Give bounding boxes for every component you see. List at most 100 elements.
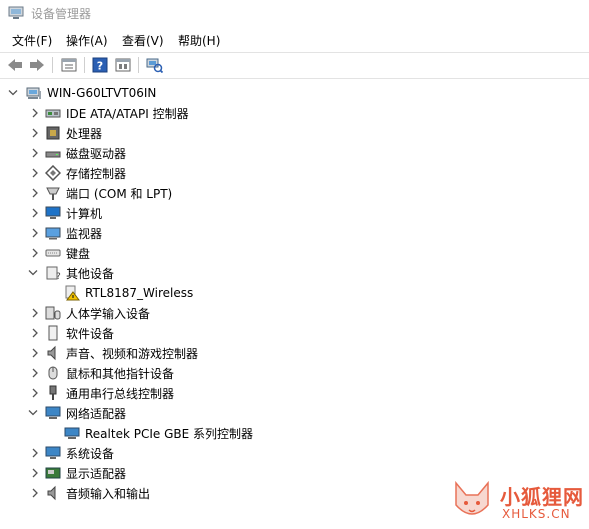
scan-hardware-icon[interactable] bbox=[145, 56, 163, 74]
fox-logo-icon bbox=[450, 477, 494, 528]
mouse-icon bbox=[45, 365, 61, 381]
tree-item[interactable]: 鼠标和其他指针设备 bbox=[0, 363, 560, 383]
tree-item[interactable]: 处理器 bbox=[0, 123, 560, 143]
view-icon[interactable] bbox=[114, 56, 132, 74]
title-bar: 设备管理器 bbox=[0, 0, 589, 28]
expand-chevron-icon[interactable] bbox=[30, 247, 40, 259]
svg-text:?: ? bbox=[56, 272, 61, 281]
watermark-en-text: XHLKS.CN bbox=[502, 507, 571, 521]
menu-bar: 文件(F) 操作(A) 查看(V) 帮助(H) bbox=[0, 29, 589, 51]
tree-item-label: 鼠标和其他指针设备 bbox=[66, 366, 175, 381]
hid-icon bbox=[45, 305, 61, 321]
help-icon[interactable]: ? bbox=[91, 56, 109, 74]
port-icon bbox=[45, 185, 61, 201]
forward-arrow-icon[interactable] bbox=[28, 56, 46, 74]
tree-item-label: 处理器 bbox=[66, 126, 103, 141]
tree-child-item[interactable]: RTL8187_Wireless bbox=[0, 283, 560, 303]
properties-icon[interactable] bbox=[60, 56, 78, 74]
expand-chevron-icon[interactable] bbox=[30, 207, 40, 219]
tree-item[interactable]: 软件设备 bbox=[0, 323, 560, 343]
tree-item-label: 网络适配器 bbox=[66, 406, 127, 421]
expand-chevron-icon[interactable] bbox=[30, 307, 40, 319]
expand-chevron-icon[interactable] bbox=[30, 107, 40, 119]
tree-child-item[interactable]: Realtek PCIe GBE 系列控制器 bbox=[0, 423, 560, 443]
watermark: 小狐狸网 XHLKS.CN bbox=[446, 477, 586, 527]
toolbar-separator bbox=[52, 57, 53, 73]
tree-child-label: RTL8187_Wireless bbox=[85, 286, 194, 300]
svg-text:?: ? bbox=[97, 60, 103, 73]
tree-item-label: 通用串行总线控制器 bbox=[66, 386, 175, 401]
tree-item-label: IDE ATA/ATAPI 控制器 bbox=[66, 106, 189, 121]
storage-controller-icon bbox=[45, 165, 61, 181]
expand-chevron-icon[interactable] bbox=[30, 187, 40, 199]
expand-chevron-icon[interactable] bbox=[30, 367, 40, 379]
collapse-chevron-icon[interactable] bbox=[8, 87, 18, 99]
collapse-chevron-icon[interactable] bbox=[28, 267, 38, 279]
tree-item[interactable]: ? 其他设备 bbox=[0, 263, 560, 283]
watermark-cn-text: 小狐狸网 bbox=[500, 485, 584, 509]
tree-item-label: 声音、视频和游戏控制器 bbox=[66, 346, 199, 361]
processor-icon bbox=[45, 125, 61, 141]
tree-child-label: Realtek PCIe GBE 系列控制器 bbox=[85, 426, 254, 441]
display-monitor-icon bbox=[45, 225, 61, 241]
tree-item-label: 存储控制器 bbox=[66, 166, 127, 181]
tree-item-label: 人体学输入设备 bbox=[66, 306, 151, 321]
tree-item[interactable]: 人体学输入设备 bbox=[0, 303, 560, 323]
tree-item[interactable]: 通用串行总线控制器 bbox=[0, 383, 560, 403]
tree-root[interactable]: WIN-G60LTVT06IN bbox=[0, 83, 560, 103]
monitor-icon bbox=[45, 205, 61, 221]
expand-chevron-icon[interactable] bbox=[30, 227, 40, 239]
disk-drive-icon bbox=[45, 145, 61, 161]
window-title: 设备管理器 bbox=[31, 7, 92, 21]
tree-item-label: 计算机 bbox=[66, 206, 103, 221]
collapse-chevron-icon[interactable] bbox=[28, 407, 38, 419]
display-adapter-icon bbox=[45, 465, 61, 481]
tree-item[interactable]: 网络适配器 bbox=[0, 403, 560, 423]
back-arrow-icon[interactable] bbox=[6, 56, 24, 74]
network-card-icon bbox=[64, 425, 80, 441]
toolbar-separator-line bbox=[0, 78, 589, 79]
tree-item-label: 监视器 bbox=[66, 226, 103, 241]
tree-item[interactable]: 计算机 bbox=[0, 203, 560, 223]
toolbar: ? bbox=[0, 53, 589, 77]
expand-chevron-icon[interactable] bbox=[30, 167, 40, 179]
expand-chevron-icon[interactable] bbox=[30, 127, 40, 139]
expand-chevron-icon[interactable] bbox=[30, 347, 40, 359]
tree-item-label: 磁盘驱动器 bbox=[66, 146, 127, 161]
toolbar-separator bbox=[138, 57, 139, 73]
expand-chevron-icon[interactable] bbox=[30, 447, 40, 459]
tree-item[interactable]: 磁盘驱动器 bbox=[0, 143, 560, 163]
menu-help[interactable]: 帮助(H) bbox=[176, 32, 222, 49]
tree-item[interactable]: 键盘 bbox=[0, 243, 560, 263]
warning-device-icon bbox=[64, 285, 80, 301]
usb-icon bbox=[45, 385, 61, 401]
device-manager-icon bbox=[8, 6, 24, 20]
system-device-icon bbox=[45, 445, 61, 461]
tree-item[interactable]: 系统设备 bbox=[0, 443, 560, 463]
expand-chevron-icon[interactable] bbox=[30, 147, 40, 159]
tree-item[interactable]: 存储控制器 bbox=[0, 163, 560, 183]
menu-action[interactable]: 操作(A) bbox=[64, 32, 110, 49]
unknown-device-icon: ? bbox=[45, 265, 61, 281]
speaker-icon bbox=[45, 345, 61, 361]
menu-view[interactable]: 查看(V) bbox=[120, 32, 166, 49]
tree-item-label: 音频输入和输出 bbox=[66, 486, 151, 501]
tree-item[interactable]: 端口 (COM 和 LPT) bbox=[0, 183, 560, 203]
tree-item[interactable]: IDE ATA/ATAPI 控制器 bbox=[0, 103, 560, 123]
expand-chevron-icon[interactable] bbox=[30, 387, 40, 399]
ide-controller-icon bbox=[45, 105, 61, 121]
expand-chevron-icon[interactable] bbox=[30, 467, 40, 479]
keyboard-icon bbox=[45, 245, 61, 261]
expand-chevron-icon[interactable] bbox=[30, 487, 40, 499]
tree-item-label: 其他设备 bbox=[66, 266, 115, 281]
tree-root-label: WIN-G60LTVT06IN bbox=[47, 86, 157, 100]
menu-file[interactable]: 文件(F) bbox=[10, 32, 54, 49]
tree-item-label: 软件设备 bbox=[66, 326, 115, 341]
tree-item-label: 键盘 bbox=[66, 246, 91, 261]
tree-item[interactable]: 声音、视频和游戏控制器 bbox=[0, 343, 560, 363]
audio-io-icon bbox=[45, 485, 61, 501]
expand-chevron-icon[interactable] bbox=[30, 327, 40, 339]
computer-icon bbox=[26, 85, 42, 101]
tree-item[interactable]: 监视器 bbox=[0, 223, 560, 243]
software-device-icon bbox=[45, 325, 61, 341]
